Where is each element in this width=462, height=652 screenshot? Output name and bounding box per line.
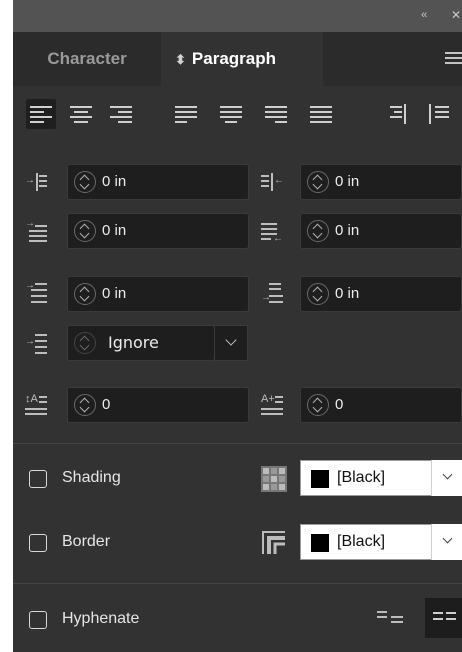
first-line-indent-icon: → (25, 219, 47, 242)
justify-left-button[interactable] (171, 99, 201, 129)
border-color-swatch (311, 534, 329, 552)
justify-center-button[interactable] (216, 99, 246, 129)
shading-color-swatch (311, 470, 329, 488)
space-before-icon: → (25, 281, 47, 303)
up-down-arrows-icon: ⬍ (175, 52, 186, 67)
panel-title-bar (13, 0, 462, 32)
justify-right-button[interactable] (261, 99, 291, 129)
border-checkbox[interactable] (29, 534, 47, 552)
shading-color-dropdown[interactable] (431, 460, 462, 496)
right-indent-field[interactable]: 0 in (300, 164, 462, 200)
space-before-value: 0 in (102, 285, 127, 302)
first-line-indent-field[interactable]: 0 in (67, 213, 249, 249)
paragraph-panel: ‹‹ ✕ Character ⬍ Paragraph → 0 in ← 0 in… (13, 0, 462, 652)
drop-cap-characters-stepper[interactable] (307, 394, 329, 416)
align-to-grid-value: Ignore (108, 333, 159, 352)
space-before-field[interactable]: 0 in (67, 276, 249, 312)
shading-checkbox[interactable] (29, 470, 47, 488)
align-to-grid-dropdown[interactable] (214, 325, 248, 361)
drop-cap-lines-field[interactable]: 0 (67, 387, 249, 423)
align-away-from-spine-button[interactable] (427, 99, 457, 129)
border-icon[interactable] (261, 530, 287, 556)
shading-color-name: [Black] (337, 469, 386, 486)
space-after-value: 0 in (335, 285, 360, 302)
right-indent-stepper[interactable] (307, 171, 329, 193)
paragraph-composer-icon[interactable] (425, 598, 462, 638)
last-line-right-indent-field[interactable]: 0 in (300, 213, 462, 249)
last-line-right-indent-stepper[interactable] (307, 220, 329, 242)
right-indent-icon: ← (261, 171, 284, 193)
align-toward-spine-button[interactable] (384, 99, 414, 129)
drop-cap-lines-icon: ↕A (25, 393, 47, 415)
panel-menu-icon[interactable] (445, 52, 462, 66)
border-color-dropdown[interactable] (431, 524, 462, 560)
shading-label: Shading (62, 469, 121, 486)
last-line-right-indent-value: 0 in (335, 222, 360, 239)
hyphenate-label: Hyphenate (62, 610, 140, 627)
drop-cap-lines-value: 0 (102, 396, 111, 413)
single-line-composer-icon[interactable] (377, 610, 409, 624)
first-line-indent-value: 0 in (102, 222, 127, 239)
left-indent-field[interactable]: 0 in (67, 164, 249, 200)
right-indent-value: 0 in (335, 173, 360, 190)
tab-paragraph[interactable]: ⬍ Paragraph (161, 32, 323, 86)
space-before-stepper[interactable] (74, 283, 96, 305)
border-label: Border (62, 533, 111, 550)
close-panel-icon[interactable]: ✕ (451, 8, 461, 22)
collapse-panel-icon[interactable]: ‹‹ (421, 9, 427, 21)
separator (13, 443, 462, 444)
align-to-grid-stepper[interactable] (74, 332, 96, 354)
left-indent-value: 0 in (102, 173, 127, 190)
tab-character[interactable]: Character (13, 32, 161, 86)
drop-cap-characters-value: 0 (335, 396, 344, 413)
left-indent-stepper[interactable] (74, 171, 96, 193)
space-after-field[interactable]: 0 in (300, 276, 462, 312)
space-after-icon: → (261, 281, 283, 303)
separator (13, 583, 462, 584)
drop-cap-characters-icon: A+ (261, 393, 283, 415)
drop-cap-lines-stepper[interactable] (74, 394, 96, 416)
space-after-stepper[interactable] (307, 283, 329, 305)
align-to-grid-field[interactable]: Ignore (67, 325, 215, 361)
align-right-button[interactable] (106, 99, 136, 129)
left-indent-icon: → (25, 171, 47, 193)
shading-icon[interactable] (261, 466, 287, 492)
drop-cap-characters-field[interactable]: 0 (300, 387, 462, 423)
tab-paragraph-label: Paragraph (191, 49, 276, 68)
first-line-indent-stepper[interactable] (74, 220, 96, 242)
align-to-grid-icon: → (25, 332, 47, 354)
tab-character-label: Character (47, 49, 127, 68)
align-center-button[interactable] (66, 99, 96, 129)
justify-all-button[interactable] (306, 99, 336, 129)
align-left-button[interactable] (26, 99, 56, 129)
hyphenate-checkbox[interactable] (29, 611, 47, 629)
last-line-right-indent-icon: ← (261, 219, 283, 244)
border-color-name: [Black] (337, 533, 386, 550)
